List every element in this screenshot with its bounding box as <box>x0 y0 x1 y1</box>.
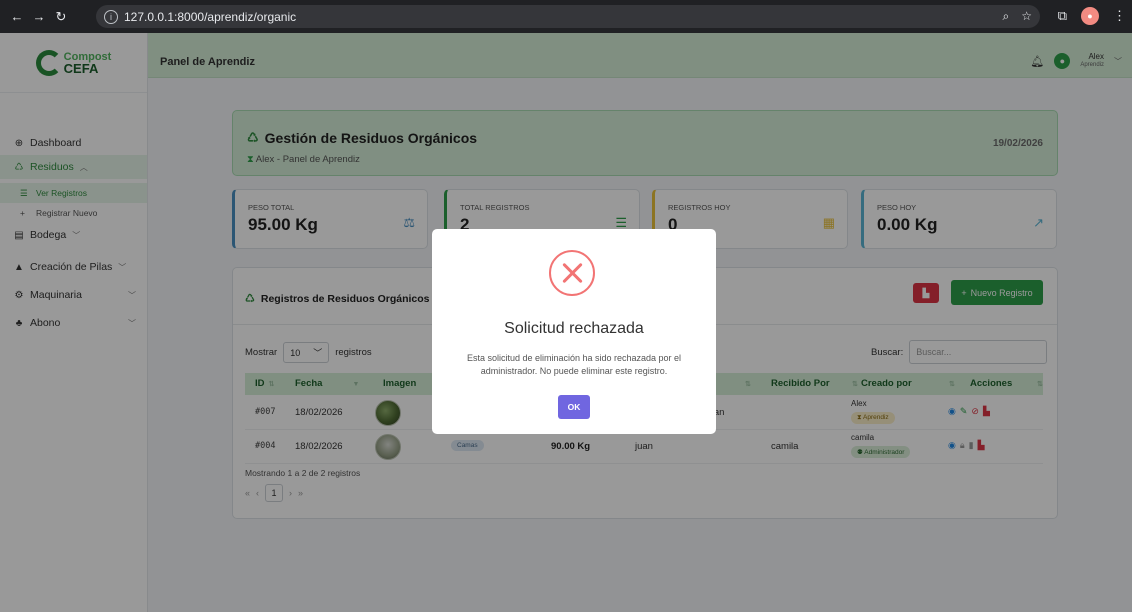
ok-button[interactable]: OK <box>558 395 590 419</box>
dialog-message: Esta solicitud de eliminación ha sido re… <box>466 353 682 376</box>
dialog-title: Solicitud rechazada <box>504 320 644 337</box>
url-text: 127.0.0.1:8000/aprendiz/organic <box>124 9 297 24</box>
back-icon[interactable]: ← <box>6 9 28 24</box>
browser-bar: ← → ↻ i 127.0.0.1:8000/aprendiz/organic … <box>0 0 1132 33</box>
bookmark-star-icon[interactable]: ☆ <box>1021 9 1032 24</box>
address-bar[interactable]: i 127.0.0.1:8000/aprendiz/organic ⌕ ☆ <box>96 5 1040 28</box>
profile-icon[interactable]: ● <box>1081 7 1099 25</box>
chrome-menu-icon[interactable]: ⋮ <box>1113 8 1126 24</box>
error-x-icon <box>549 250 595 296</box>
zoom-icon[interactable]: ⌕ <box>1003 9 1010 24</box>
site-info-icon[interactable]: i <box>104 9 118 24</box>
alert-dialog: Solicitud rechazada Esta solicitud de el… <box>432 229 716 434</box>
forward-icon[interactable]: → <box>28 9 50 24</box>
extensions-icon[interactable]: ⧉ <box>1058 8 1067 24</box>
reload-icon[interactable]: ↻ <box>50 9 72 25</box>
